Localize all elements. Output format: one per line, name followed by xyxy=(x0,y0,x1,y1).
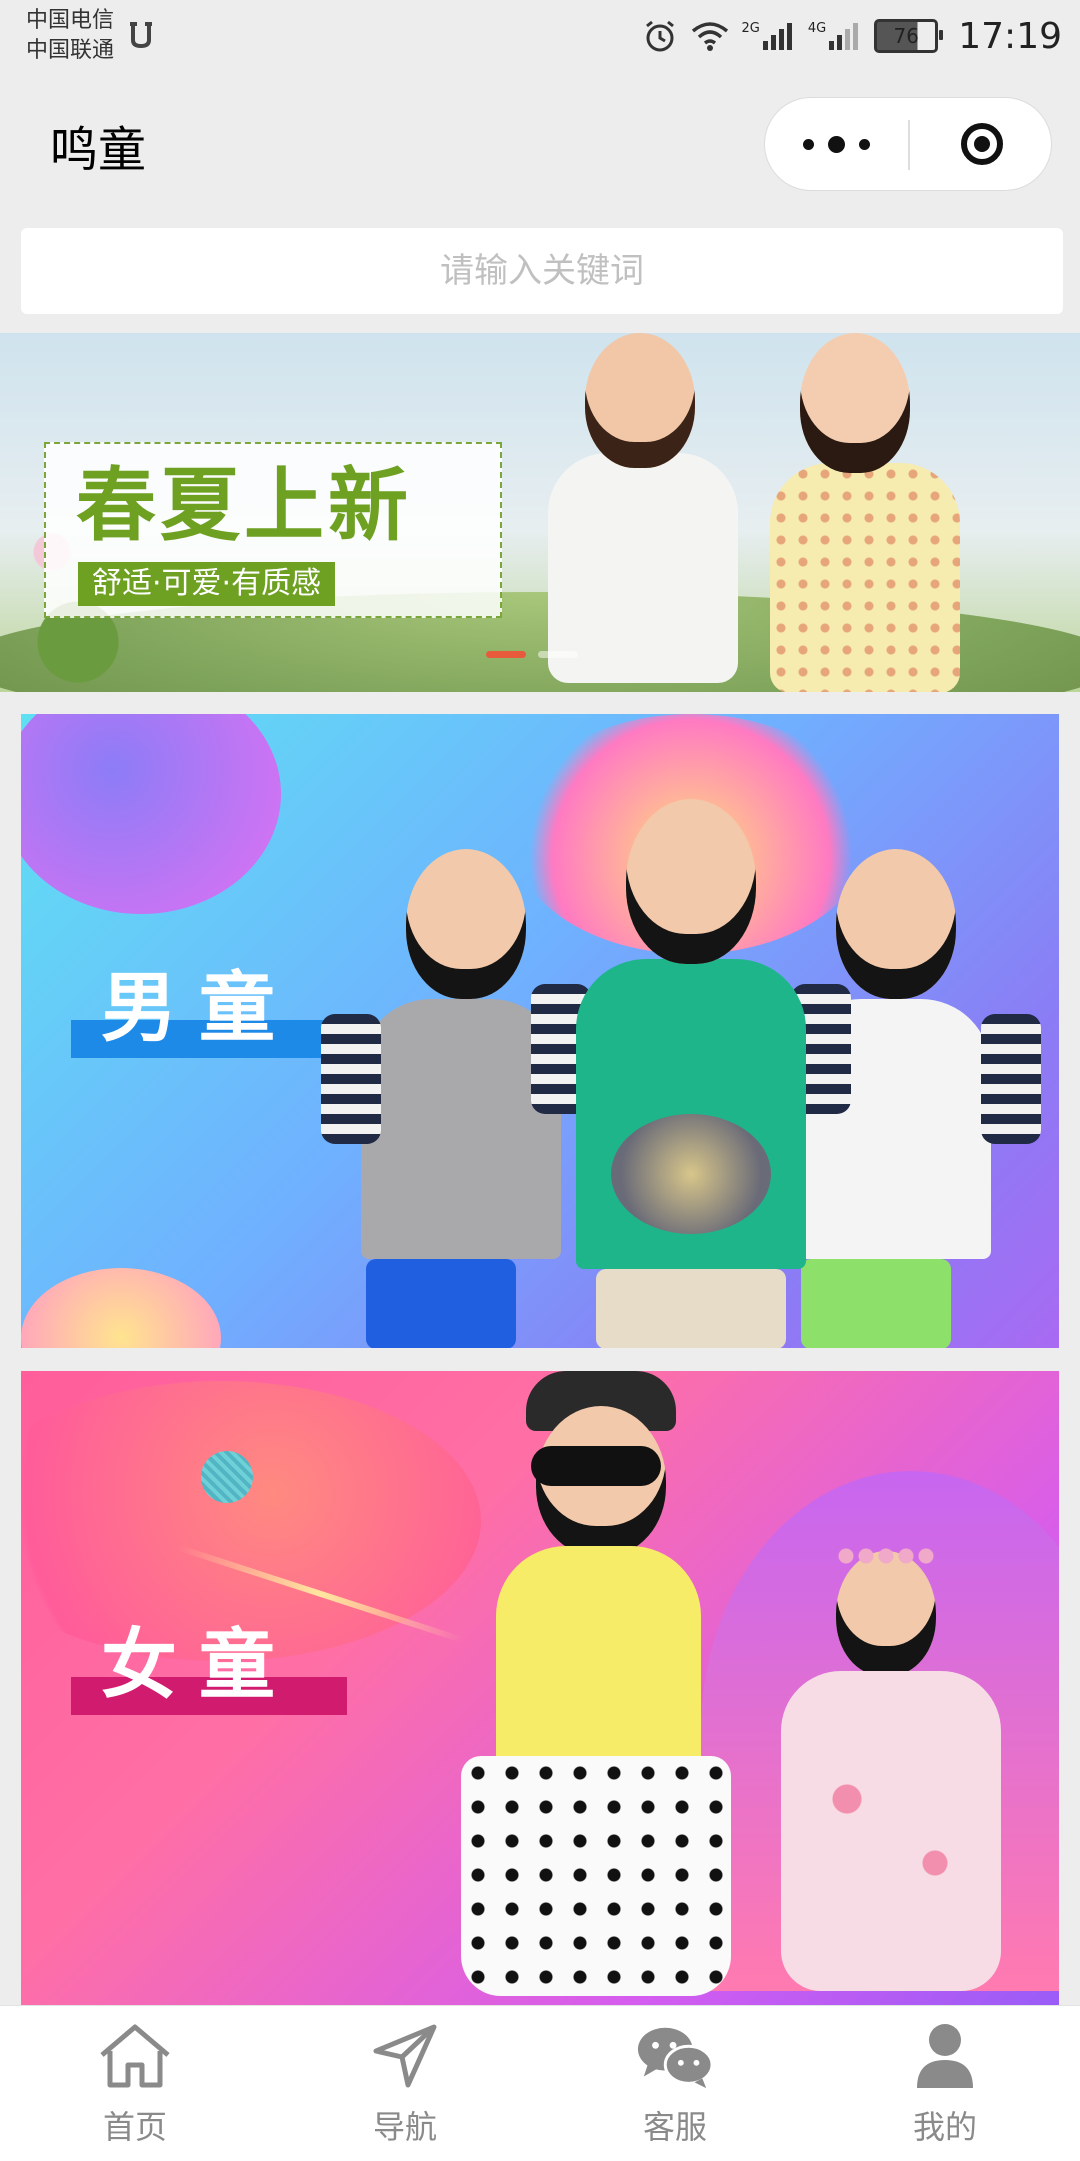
status-bar: 中国电信 中国联通 2G 4G 76 17:19 xyxy=(0,0,1080,75)
carrier-1: 中国电信 xyxy=(26,8,115,33)
model-head xyxy=(406,849,526,999)
category-banner-girls[interactable]: 女童 xyxy=(21,1371,1059,2005)
wifi-icon xyxy=(691,22,728,51)
category-label: 男童 xyxy=(101,963,297,1052)
shirt-graphic xyxy=(611,1114,771,1234)
bottom-tab-bar: 首页 导航 客服 我的 xyxy=(0,2005,1080,2161)
tab-customer-service[interactable]: 客服 xyxy=(540,2006,810,2161)
decor-blob xyxy=(21,714,281,914)
model-sleeve xyxy=(321,1014,381,1144)
model-head xyxy=(626,799,756,964)
carousel-indicators xyxy=(486,651,578,658)
model-shorts xyxy=(801,1259,951,1348)
tab-label: 客服 xyxy=(642,2108,707,2146)
promo-subtitle: 舒适·可爱·有质感 xyxy=(78,562,336,606)
status-icons: 2G 4G 76 17:19 xyxy=(642,14,1062,58)
user-profile-icon xyxy=(906,2020,984,2092)
notification-icon xyxy=(130,22,152,49)
carrier-2: 中国联通 xyxy=(26,38,115,63)
tab-home[interactable]: 首页 xyxy=(0,2006,270,2161)
category-banner-boys[interactable]: 男童 xyxy=(21,714,1059,1348)
tab-navigation[interactable]: 导航 xyxy=(270,2006,540,2161)
model-sunglasses xyxy=(531,1446,661,1486)
search-input[interactable] xyxy=(21,228,1063,314)
more-menu-button[interactable] xyxy=(765,98,908,190)
close-program-button[interactable] xyxy=(910,98,1053,190)
dot xyxy=(859,138,870,150)
model-head xyxy=(836,849,956,999)
carousel-dot[interactable] xyxy=(538,651,578,658)
decor-dot xyxy=(201,1451,253,1503)
carrier-info: 中国电信 中国联通 xyxy=(26,6,114,66)
girl-model-head xyxy=(800,333,910,473)
target-icon xyxy=(960,123,1003,165)
decor-wave xyxy=(21,1381,481,1661)
tab-profile[interactable]: 我的 xyxy=(810,2006,1080,2161)
category-tag-girls: 女童 xyxy=(71,1627,347,1715)
model-shorts xyxy=(366,1259,516,1348)
navigation-arrow-icon xyxy=(366,2020,444,2092)
boy-model-image xyxy=(548,453,738,683)
model-sleeve xyxy=(981,1014,1041,1144)
tab-label: 导航 xyxy=(372,2108,437,2146)
model-head xyxy=(836,1551,936,1676)
carousel-dot-active[interactable] xyxy=(486,651,526,658)
promo-text-box: 春夏上新 舒适·可爱·有质感 xyxy=(44,442,502,618)
signal-4g-icon: 4G xyxy=(808,21,862,51)
tab-label: 首页 xyxy=(102,2108,167,2146)
girl-model-image xyxy=(770,463,960,692)
dot xyxy=(803,138,814,150)
promo-title: 春夏上新 xyxy=(76,459,412,552)
alarm-icon xyxy=(645,20,674,52)
model-shorts xyxy=(596,1269,786,1348)
boy-model-head xyxy=(585,333,695,468)
model-top-yellow xyxy=(496,1546,701,1766)
model-dress-pink xyxy=(781,1671,1001,1991)
model-flower-crown xyxy=(836,1546,936,1566)
tab-label: 我的 xyxy=(912,2108,977,2146)
dot xyxy=(828,135,845,153)
decor-blob xyxy=(21,1268,221,1348)
wechat-chat-icon xyxy=(636,2020,714,2092)
category-tag-boys: 男童 xyxy=(71,970,347,1058)
mini-program-capsule xyxy=(764,97,1052,191)
promo-carousel[interactable]: 春夏上新 舒适·可爱·有质感 xyxy=(0,333,1080,692)
battery-icon: 76 xyxy=(874,19,944,53)
home-icon xyxy=(96,2020,174,2092)
page-title: 鸣童 xyxy=(50,122,147,178)
category-label: 女童 xyxy=(101,1620,297,1709)
model-skirt-dots xyxy=(461,1756,731,1996)
nav-header: 鸣童 xyxy=(0,75,1080,215)
clock: 17:19 xyxy=(958,15,1062,57)
signal-2g-icon: 2G xyxy=(742,21,796,51)
